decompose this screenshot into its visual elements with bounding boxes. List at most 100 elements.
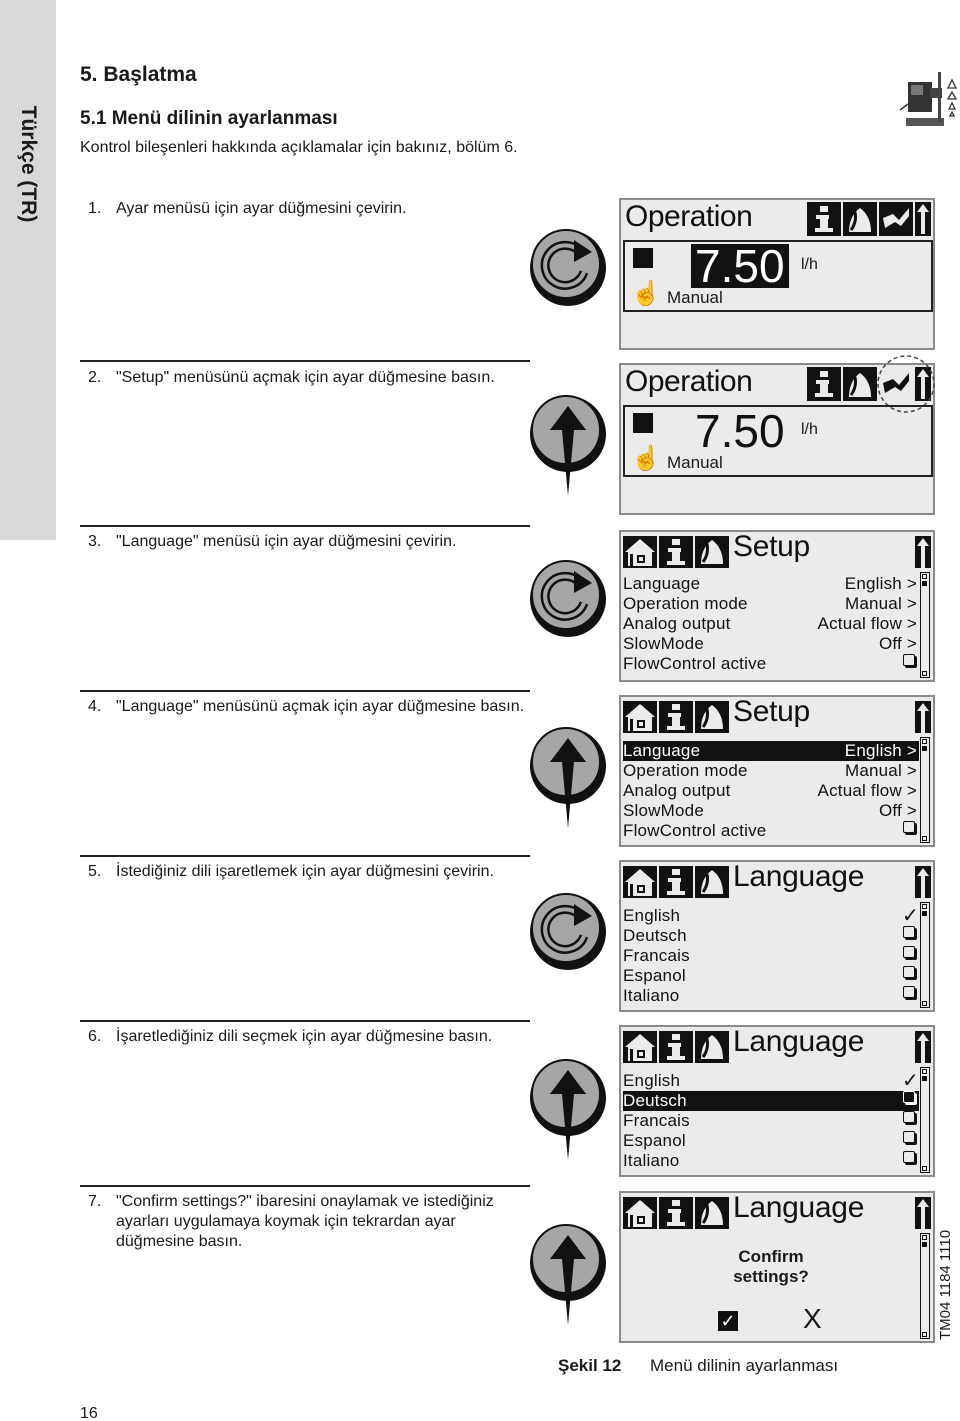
language-option[interactable]: Italiano: [623, 986, 919, 1006]
up-arrow-icon: [915, 866, 931, 898]
flow-unit: l/h: [801, 421, 818, 438]
option-label: English: [623, 1071, 681, 1090]
scrollbar[interactable]: [920, 1067, 930, 1173]
checkbox-unchecked-icon[interactable]: [903, 1091, 915, 1103]
alarm-bell-icon: [695, 701, 729, 733]
menu-row-flowcontrol[interactable]: FlowControl active: [623, 821, 919, 841]
row-label: Operation mode: [623, 761, 748, 780]
checkbox-unchecked-icon[interactable]: [903, 821, 915, 833]
checkmark-icon: ✓: [902, 1070, 919, 1092]
step-text: "Setup" menüsünü açmak için ayar düğmesi…: [116, 369, 495, 386]
option-label: Espanol: [623, 1131, 686, 1150]
page-number: 16: [80, 1405, 98, 1421]
step-number: 5.: [88, 863, 102, 880]
language-option[interactable]: English ✓: [623, 906, 919, 926]
scrollbar[interactable]: [920, 572, 930, 678]
scroll-thumb[interactable]: [922, 911, 927, 916]
checkbox-unchecked-icon[interactable]: [903, 926, 915, 938]
home-icon: [623, 701, 657, 733]
menu-row-flowcontrol[interactable]: FlowControl active: [623, 654, 919, 674]
dosing-pump-icon: [899, 72, 958, 126]
language-option[interactable]: Espanol: [623, 1131, 919, 1151]
language-option-selected[interactable]: Deutsch: [623, 1091, 919, 1111]
step-text: "Confirm settings?" ibaresini onaylamak …: [116, 1193, 494, 1250]
language-option[interactable]: Francais: [623, 1111, 919, 1131]
info-icon: [659, 866, 693, 898]
info-icon: [659, 536, 693, 568]
menu-row-language[interactable]: Language English >: [623, 574, 919, 594]
menu-row-operation-mode[interactable]: Operation mode Manual >: [623, 761, 919, 781]
home-icon: [623, 1197, 657, 1229]
alarm-bell-icon: [695, 1197, 729, 1229]
display-language-deutsch-selected: Language English ✓ Deutsch Francais Espan…: [619, 1025, 935, 1177]
info-icon: [659, 701, 693, 733]
scroll-thumb[interactable]: [922, 1076, 927, 1081]
scrollbar[interactable]: [920, 1233, 930, 1339]
scroll-thumb[interactable]: [922, 1242, 927, 1247]
language-option[interactable]: Francais: [623, 946, 919, 966]
step-text: "Language" menüsünü açmak için ayar düğm…: [116, 698, 525, 715]
display-setup-language-selected: Setup Language English > Operation mode Ma…: [619, 695, 935, 847]
display-operation: Operation 7.50 l/h ☝ Manual: [619, 198, 935, 350]
alarm-bell-icon: [843, 202, 877, 236]
checkbox-unchecked-icon[interactable]: [903, 1131, 915, 1143]
scrollbar[interactable]: [920, 902, 930, 1008]
setup-menu-list: Language English > Operation mode Manual >…: [623, 741, 919, 841]
checkmark-icon: ✓: [902, 905, 919, 927]
screen-title: Operation: [625, 200, 753, 233]
menu-row-analog-output[interactable]: Analog output Actual flow >: [623, 614, 919, 634]
menu-row-language[interactable]: Language English >: [623, 741, 919, 761]
checkbox-unchecked-icon[interactable]: [903, 946, 915, 958]
row-label: FlowControl active: [623, 821, 767, 840]
divider: [80, 690, 530, 692]
menu-row-operation-mode[interactable]: Operation mode Manual >: [623, 594, 919, 614]
scroll-thumb[interactable]: [922, 746, 927, 751]
step-number: 4.: [88, 698, 102, 715]
divider: [80, 1185, 530, 1187]
flow-unit: l/h: [801, 256, 818, 273]
alarm-bell-icon: [695, 866, 729, 898]
confirm-yes-button[interactable]: ✓: [718, 1311, 738, 1331]
figure-caption: Menü dilinin ayarlanması: [650, 1356, 839, 1375]
confirm-line-2: settings?: [733, 1267, 809, 1286]
row-value: Off >: [878, 634, 917, 653]
up-arrow-icon: [915, 1031, 931, 1063]
checkbox-unchecked-icon[interactable]: [903, 986, 915, 998]
step-5: 5. İstediğiniz dili işaretlemek için ayar…: [88, 862, 528, 882]
menu-row-analog-output[interactable]: Analog output Actual flow >: [623, 781, 919, 801]
home-icon: [623, 866, 657, 898]
scroll-thumb[interactable]: [922, 581, 927, 586]
language-option[interactable]: Italiano: [623, 1151, 919, 1171]
language-option[interactable]: English ✓: [623, 1071, 919, 1091]
checkbox-unchecked-icon[interactable]: [903, 1151, 915, 1163]
step-text: İstediğiniz dili işaretlemek için ayar d…: [116, 863, 494, 880]
row-value: Actual flow >: [817, 781, 917, 800]
language-option[interactable]: Deutsch: [623, 926, 919, 946]
info-icon: [807, 367, 841, 401]
step-number: 2.: [88, 369, 102, 386]
step-4: 4. "Language" menüsünü açmak için ayar dü…: [88, 697, 528, 717]
rotate-knob-icon: [530, 893, 606, 970]
flow-readout: 7.50 l/h ☝ Manual: [623, 240, 933, 312]
language-option[interactable]: Espanol: [623, 966, 919, 986]
row-value: English >: [844, 574, 917, 593]
checkbox-unchecked-icon[interactable]: [903, 966, 915, 978]
display-confirm-settings: Language Confirm settings? ✓ X: [619, 1191, 935, 1343]
confirm-no-button[interactable]: X: [803, 1305, 822, 1333]
menu-row-slowmode[interactable]: SlowMode Off >: [623, 801, 919, 821]
stop-status-icon: [633, 413, 653, 433]
step-number: 3.: [88, 533, 102, 550]
scrollbar[interactable]: [920, 737, 930, 843]
rotate-knob-icon: [530, 560, 606, 637]
drawing-code: TM04 1184 1110: [937, 1229, 954, 1340]
screen-title: Operation: [625, 365, 753, 398]
language-side-tab: Türkçe (TR): [0, 0, 56, 540]
checkbox-unchecked-icon[interactable]: [903, 654, 915, 666]
option-label: Italiano: [623, 1151, 680, 1170]
screen-title: Setup: [733, 530, 810, 563]
checkbox-unchecked-icon[interactable]: [903, 1111, 915, 1123]
step-text: "Language" menüsü için ayar düğmesini çe…: [116, 533, 457, 550]
option-label: Espanol: [623, 966, 686, 985]
menu-row-slowmode[interactable]: SlowMode Off >: [623, 634, 919, 654]
display-setup: Setup Language English > Operation mode Ma…: [619, 530, 935, 682]
